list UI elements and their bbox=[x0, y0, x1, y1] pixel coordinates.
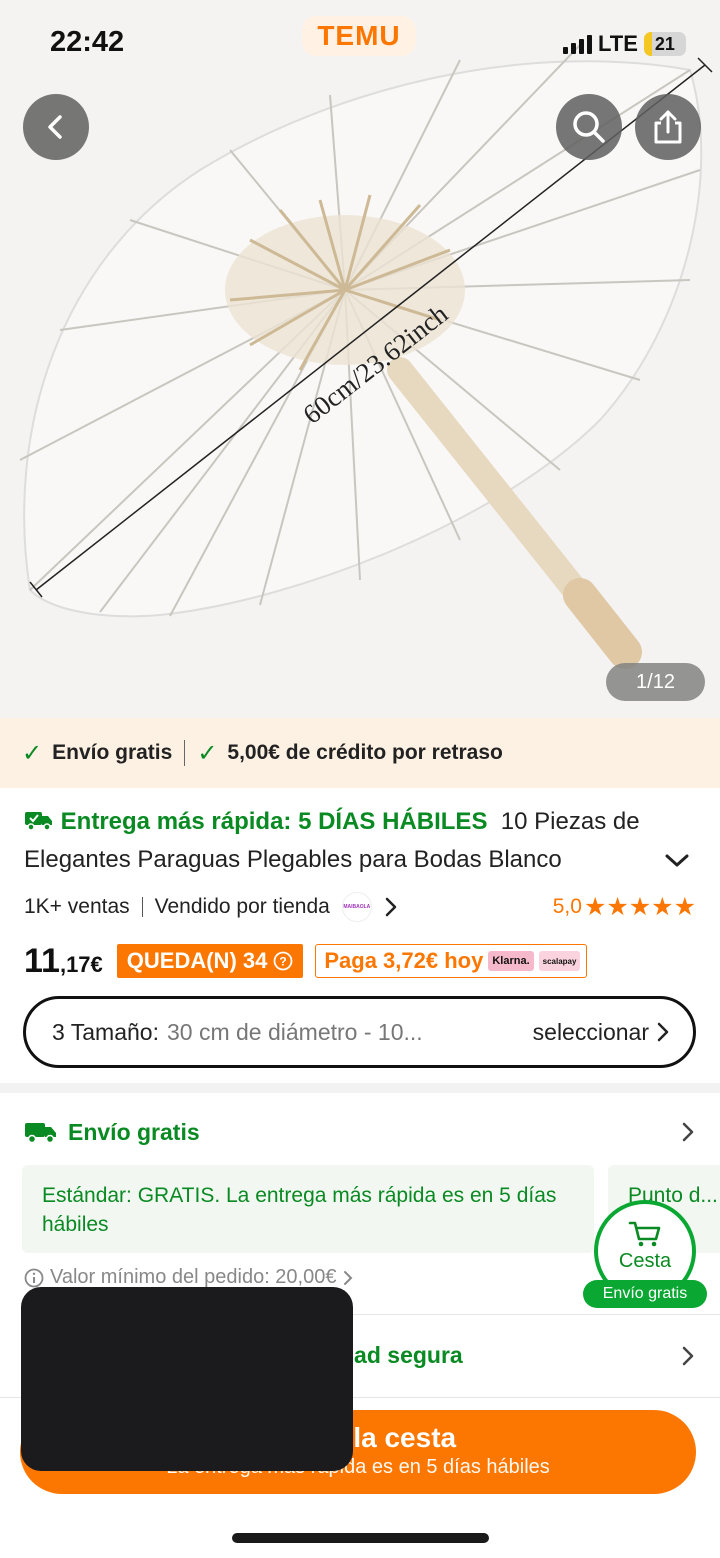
share-button[interactable] bbox=[635, 94, 701, 160]
cart-label: Cesta bbox=[618, 1250, 672, 1272]
search-button[interactable] bbox=[556, 94, 622, 160]
store-logo[interactable]: MAIBAOLA bbox=[341, 892, 372, 922]
select-label: seleccionar bbox=[532, 1018, 649, 1045]
stock-label: QUEDA(N) 34 bbox=[126, 948, 268, 973]
search-icon bbox=[573, 111, 605, 143]
home-indicator[interactable] bbox=[232, 1533, 489, 1543]
shipping-header[interactable]: Envío gratis bbox=[24, 1114, 696, 1150]
price-decimal: ,17€ bbox=[59, 952, 103, 977]
floating-cart-button[interactable]: Cesta Envío gratis bbox=[583, 1200, 707, 1308]
klarna-logo: Klarna. bbox=[488, 951, 534, 971]
size-label: 3 Tamaño: bbox=[52, 1018, 159, 1045]
temu-logo: TEMU bbox=[302, 16, 416, 56]
select-size-button[interactable]: seleccionar bbox=[533, 1019, 671, 1046]
chevron-right-icon bbox=[682, 1122, 694, 1142]
svg-text:?: ? bbox=[280, 955, 287, 969]
check-icon: ✓ bbox=[22, 739, 43, 767]
section-divider bbox=[0, 1083, 720, 1093]
expand-title-button[interactable] bbox=[664, 850, 690, 877]
star-rating-icon: ★★★★★ bbox=[583, 893, 696, 921]
min-order-label: Valor mínimo del pedido: 20,00€ bbox=[50, 1266, 337, 1288]
delivery-highlight: Entrega más rápida: 5 DÍAS HÁBILES bbox=[60, 808, 488, 835]
sales-count: 1K+ ventas bbox=[24, 895, 130, 918]
security-label: dad segura bbox=[340, 1342, 463, 1368]
scalapay-logo: scalapay bbox=[538, 951, 581, 971]
delivery-truck-icon bbox=[25, 812, 52, 831]
sales-row: 1K+ ventas Vendido por tienda MAIBAOLA 5… bbox=[24, 890, 696, 924]
redaction-overlay bbox=[21, 1287, 353, 1471]
pay-today-label: Paga 3,72€ hoy bbox=[324, 948, 484, 973]
chevron-down-icon bbox=[665, 854, 689, 867]
image-counter: 1/12 bbox=[606, 663, 705, 701]
size-selector[interactable]: 3 Tamaño: 30 cm de diámetro - 10... sele… bbox=[23, 996, 696, 1068]
share-icon bbox=[654, 110, 682, 144]
delivery-truck-icon bbox=[25, 1123, 56, 1144]
pay-later-badge[interactable]: Paga 3,72€ hoy Klarna. scalapay bbox=[315, 944, 588, 978]
check-icon: ✓ bbox=[197, 739, 218, 767]
standard-shipping-card[interactable]: Estándar: GRATIS. La entrega más rápida … bbox=[22, 1165, 594, 1253]
stock-badge[interactable]: QUEDA(N) 34 ? bbox=[116, 944, 304, 978]
divider bbox=[184, 740, 186, 766]
signal-icon bbox=[563, 34, 592, 54]
divider bbox=[141, 897, 143, 917]
battery-level: 21 bbox=[654, 33, 675, 54]
size-value: 30 cm de diámetro - 10... bbox=[166, 1018, 423, 1045]
cart-icon bbox=[628, 1221, 661, 1247]
battery-icon: 21 bbox=[643, 32, 686, 56]
back-button[interactable] bbox=[23, 94, 89, 160]
shipping-title: Envío gratis bbox=[68, 1118, 200, 1145]
price-integer: 11 bbox=[24, 941, 60, 980]
rating[interactable]: 5,0 ★★★★★ bbox=[553, 892, 696, 922]
promo-strip: ✓ Envío gratis ✓ 5,00€ de crédito por re… bbox=[0, 718, 720, 788]
info-icon bbox=[24, 1268, 44, 1287]
min-order-info[interactable]: Valor mínimo del pedido: 20,00€ bbox=[24, 1266, 354, 1289]
network-label: LTE bbox=[598, 31, 638, 56]
chevron-right-icon[interactable] bbox=[380, 895, 402, 919]
help-icon: ? bbox=[273, 951, 293, 971]
cart-free-shipping-pill: Envío gratis bbox=[583, 1280, 707, 1308]
status-time: 22:42 bbox=[50, 26, 125, 58]
chevron-left-icon bbox=[48, 115, 62, 139]
product-title[interactable]: Entrega más rápida: 5 DÍAS HÁBILES 10 Pi… bbox=[24, 803, 704, 879]
chevron-right-icon bbox=[344, 1270, 353, 1285]
late-credit-label: 5,00€ de crédito por retraso bbox=[227, 741, 503, 764]
chevron-right-icon bbox=[682, 1346, 694, 1366]
chevron-right-icon bbox=[657, 1022, 669, 1042]
price-row: 11 ,17€ QUEDA(N) 34 ? Paga 3,72€ hoy Kla… bbox=[24, 940, 588, 982]
status-indicators: LTE 21 bbox=[563, 31, 686, 57]
sold-by-label[interactable]: Vendido por tienda bbox=[155, 895, 330, 919]
rating-value: 5,0 bbox=[552, 895, 582, 918]
free-shipping-label: Envío gratis bbox=[52, 741, 173, 764]
